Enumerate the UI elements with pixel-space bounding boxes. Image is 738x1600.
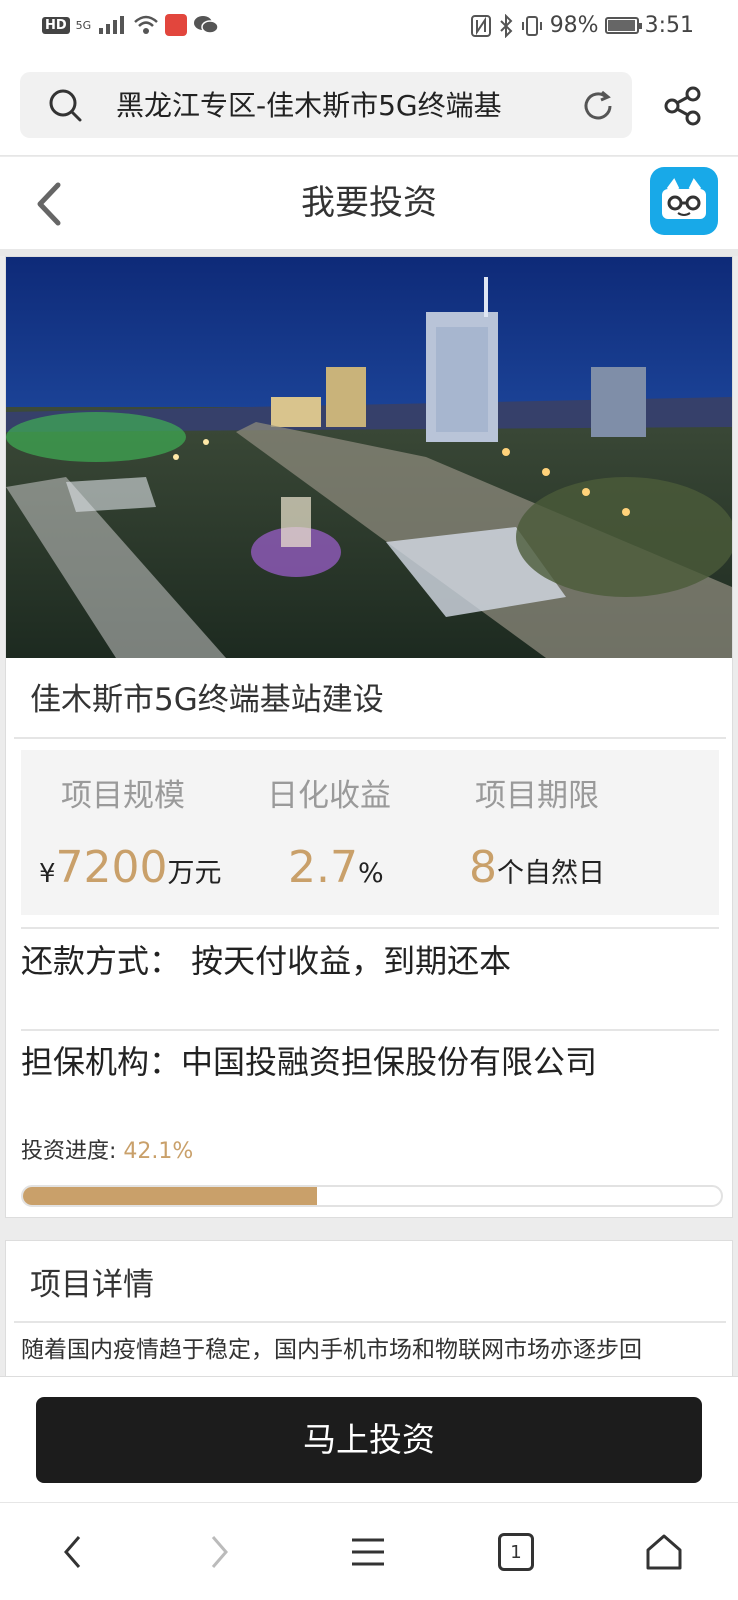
stat-unit: % <box>357 858 384 889</box>
reload-icon[interactable] <box>580 88 616 124</box>
stat-number: 7200 <box>55 842 168 893</box>
stat-value: ¥7200万元 <box>39 842 222 893</box>
progress-bar <box>21 1185 723 1207</box>
clock: 3:51 <box>644 13 694 38</box>
progress-fill <box>23 1187 317 1205</box>
menu-icon <box>352 1538 384 1566</box>
chevron-left-icon <box>64 1536 81 1568</box>
status-bar: HD 5G 98% 3:51 <box>0 0 738 56</box>
stat-term: 项目期限 8个自然日 <box>461 750 691 915</box>
browser-nav-bar: 1 <box>0 1502 738 1600</box>
header-divider <box>0 249 738 256</box>
status-left: HD 5G <box>42 14 219 36</box>
search-icon <box>49 89 82 122</box>
signal-icon <box>99 16 125 34</box>
details-title: 项目详情 <box>30 1267 154 1303</box>
nav-back-button[interactable] <box>32 1503 112 1600</box>
battery-icon <box>604 17 642 34</box>
progress-value: 42.1% <box>123 1139 194 1164</box>
nav-home-button[interactable] <box>624 1503 704 1600</box>
repayment-method: 还款方式： 按天付收益，到期还本 <box>21 942 512 980</box>
stat-number: 8 <box>469 842 497 893</box>
guarantor: 担保机构：中国投融资担保股份有限公司 <box>21 1043 598 1081</box>
currency-symbol: ¥ <box>39 859 56 889</box>
stat-value: 8个自然日 <box>469 842 605 893</box>
nfc-icon <box>470 14 491 37</box>
stat-label: 项目期限 <box>475 778 599 814</box>
home-icon <box>646 1534 682 1570</box>
page-title: 我要投资 <box>301 183 437 223</box>
share-icon[interactable] <box>664 86 702 126</box>
url-text[interactable]: 黑龙江专区-佳木斯市5G终端基 <box>116 88 576 124</box>
stat-label: 日化收益 <box>267 778 391 814</box>
status-right: 98% 3:51 <box>470 13 694 38</box>
project-hero-image <box>6 257 732 658</box>
network-gen: 5G <box>75 18 92 32</box>
city-night-photo <box>6 257 732 658</box>
invest-now-button[interactable]: 马上投资 <box>36 1397 702 1483</box>
stat-number: 2.7 <box>288 842 358 893</box>
hd-indicator: HD <box>42 16 70 34</box>
battery-percent: 98% <box>549 13 599 38</box>
tab-count: 1 <box>510 1541 522 1563</box>
stat-unit: 个自然日 <box>497 858 605 889</box>
stat-scale: 项目规模 ¥7200万元 <box>21 750 251 915</box>
stat-value: 2.7% <box>288 842 384 893</box>
page-header: 我要投资 <box>0 157 738 249</box>
project-title: 佳木斯市5G终端基站建设 <box>30 682 384 718</box>
project-stats: 项目规模 ¥7200万元 日化收益 2.7% 项目期限 8个自然日 <box>21 750 719 915</box>
divider <box>14 737 726 739</box>
wechat-icon <box>194 16 219 34</box>
project-card: 佳木斯市5G终端基站建设 项目规模 ¥7200万元 日化收益 2.7% 项目期限… <box>5 256 733 1218</box>
mascot-face-icon <box>662 178 706 219</box>
vibrate-icon <box>521 15 542 36</box>
progress-label: 投资进度: <box>21 1139 117 1164</box>
stat-yield: 日化收益 2.7% <box>251 750 481 915</box>
nav-tabs-button[interactable]: 1 <box>476 1503 556 1600</box>
notification-app-icon <box>165 14 188 36</box>
nav-menu-button[interactable] <box>328 1503 408 1600</box>
chevron-right-icon <box>211 1536 228 1568</box>
investment-progress: 投资进度: 42.1% <box>21 1137 193 1167</box>
details-text: 随着国内疫情趋于稳定，国内手机市场和物联网市场亦逐步回 <box>21 1337 642 1363</box>
project-details: 项目详情 随着国内疫情趋于稳定，国内手机市场和物联网市场亦逐步回 <box>5 1240 733 1380</box>
url-field[interactable]: 黑龙江专区-佳木斯市5G终端基 <box>20 72 632 138</box>
stat-label: 项目规模 <box>61 778 185 814</box>
browser-address-bar: 黑龙江专区-佳木斯市5G终端基 <box>0 56 738 156</box>
wifi-icon <box>134 15 159 34</box>
action-bar: 马上投资 <box>0 1376 738 1502</box>
divider <box>21 1029 719 1031</box>
nav-forward-button[interactable] <box>180 1503 260 1600</box>
stat-unit: 万元 <box>167 858 222 889</box>
tabs-icon: 1 <box>498 1533 534 1571</box>
bluetooth-icon <box>499 13 513 38</box>
app-mascot-icon[interactable] <box>650 167 718 235</box>
divider <box>14 1321 726 1323</box>
divider <box>21 927 719 929</box>
